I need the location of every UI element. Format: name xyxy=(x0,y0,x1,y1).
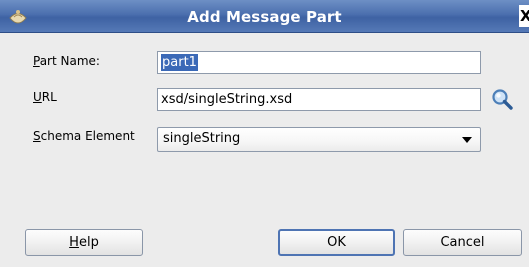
add-message-part-dialog: Add Message Part X Part Name: part1 URL … xyxy=(0,0,529,267)
cancel-button[interactable]: Cancel xyxy=(403,229,522,256)
url-value: xsd/singleString.xsd xyxy=(161,92,293,107)
schema-element-value: singleString xyxy=(163,131,241,146)
search-icon[interactable] xyxy=(490,88,514,112)
close-button[interactable]: X xyxy=(519,5,529,27)
part-name-label: Part Name: xyxy=(33,54,100,68)
title-bar[interactable]: Add Message Part X xyxy=(0,0,529,33)
url-field[interactable]: xsd/singleString.xsd xyxy=(157,88,481,111)
chevron-down-icon[interactable] xyxy=(462,137,472,143)
dialog-title: Add Message Part xyxy=(187,8,342,26)
part-name-value: part1 xyxy=(161,54,198,71)
ok-button[interactable]: OK xyxy=(278,229,395,256)
part-name-field[interactable]: part1 xyxy=(157,51,481,74)
schema-element-label: Schema Element xyxy=(33,129,135,143)
url-label: URL xyxy=(33,90,57,104)
help-button[interactable]: Help xyxy=(25,229,143,256)
schema-element-dropdown[interactable]: singleString xyxy=(157,127,481,152)
